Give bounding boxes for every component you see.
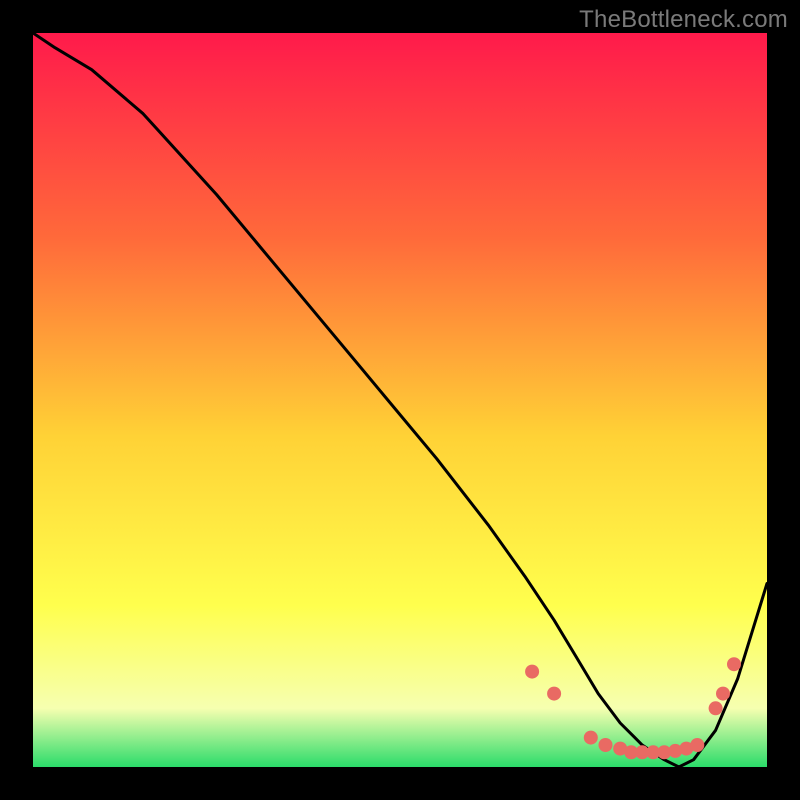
gradient-background — [33, 33, 767, 767]
curve-marker — [525, 665, 539, 679]
plot-area — [33, 33, 767, 767]
watermark-label: TheBottleneck.com — [579, 6, 788, 34]
curve-marker — [716, 687, 730, 701]
curve-marker — [584, 731, 598, 745]
curve-marker — [690, 738, 704, 752]
curve-marker — [727, 657, 741, 671]
curve-marker — [599, 738, 613, 752]
plot-svg — [33, 33, 767, 767]
chart-frame: TheBottleneck.com — [0, 0, 800, 800]
curve-marker — [547, 687, 561, 701]
curve-marker — [709, 701, 723, 715]
